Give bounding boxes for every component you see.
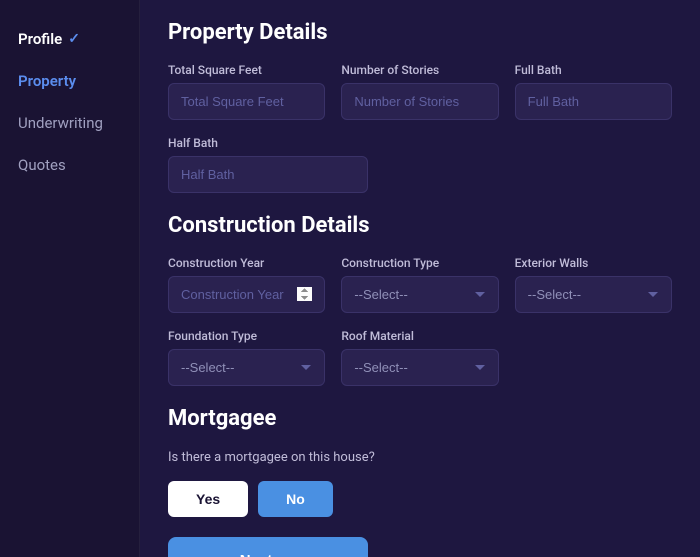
sidebar-item-property[interactable]: Property <box>10 62 129 100</box>
roof-material-select[interactable]: --Select-- <box>341 349 498 386</box>
construction-year-label: Construction Year <box>168 256 325 270</box>
foundation-type-group: Foundation Type --Select-- <box>168 329 325 386</box>
mortgagee-divider: Mortgagee <box>168 406 672 431</box>
property-row-1: Total Square Feet Number of Stories Full… <box>168 63 672 120</box>
full-bath-label: Full Bath <box>515 63 672 77</box>
main-content: Property Details Total Square Feet Numbe… <box>140 0 700 557</box>
half-bath-label: Half Bath <box>168 136 368 150</box>
construction-row-2: Foundation Type --Select-- Roof Material… <box>168 329 672 386</box>
roof-material-label: Roof Material <box>341 329 498 343</box>
roof-material-group: Roof Material --Select-- <box>341 329 498 386</box>
underwriting-label: Underwriting <box>18 114 103 132</box>
exterior-walls-group: Exterior Walls --Select-- <box>515 256 672 313</box>
mortgagee-question: Is there a mortgagee on this house? <box>168 449 672 467</box>
construction-divider: Construction Details <box>168 213 672 238</box>
check-icon: ✓ <box>68 31 80 47</box>
property-details-title: Property Details <box>168 20 672 45</box>
property-row-2: Half Bath <box>168 136 672 193</box>
empty-group <box>515 329 672 386</box>
exterior-walls-label: Exterior Walls <box>515 256 672 270</box>
construction-type-group: Construction Type --Select-- <box>341 256 498 313</box>
mortgagee-yes-button[interactable]: Yes <box>168 481 248 517</box>
total-square-feet-label: Total Square Feet <box>168 63 325 77</box>
mortgagee-title: Mortgagee <box>168 406 672 431</box>
construction-year-wrapper <box>168 276 325 313</box>
full-bath-input[interactable] <box>515 83 672 120</box>
number-of-stories-group: Number of Stories <box>341 63 498 120</box>
number-of-stories-input[interactable] <box>341 83 498 120</box>
construction-row-1: Construction Year Construction Type --Se… <box>168 256 672 313</box>
arrow-icon: → <box>280 551 296 557</box>
sidebar-item-underwriting[interactable]: Underwriting <box>10 104 129 142</box>
construction-year-group: Construction Year <box>168 256 325 313</box>
total-square-feet-input[interactable] <box>168 83 325 120</box>
foundation-type-label: Foundation Type <box>168 329 325 343</box>
construction-details-title: Construction Details <box>168 213 672 238</box>
total-square-feet-group: Total Square Feet <box>168 63 325 120</box>
number-of-stories-label: Number of Stories <box>341 63 498 77</box>
sidebar: Profile ✓ Property Underwriting Quotes <box>0 0 140 557</box>
foundation-type-select[interactable]: --Select-- <box>168 349 325 386</box>
construction-type-select[interactable]: --Select-- <box>341 276 498 313</box>
profile-label: Profile <box>18 30 62 48</box>
mortgagee-toggle-group: Yes No <box>168 481 672 517</box>
next-label: Next <box>240 552 273 557</box>
construction-type-label: Construction Type <box>341 256 498 270</box>
half-bath-input[interactable] <box>168 156 368 193</box>
exterior-walls-select[interactable]: --Select-- <box>515 276 672 313</box>
sidebar-item-profile[interactable]: Profile ✓ <box>10 20 129 58</box>
property-label: Property <box>18 72 76 90</box>
quotes-label: Quotes <box>18 156 66 174</box>
construction-year-input[interactable] <box>168 276 325 313</box>
next-button[interactable]: Next → <box>168 537 368 557</box>
full-bath-group: Full Bath <box>515 63 672 120</box>
mortgagee-no-button[interactable]: No <box>258 481 333 517</box>
sidebar-item-quotes[interactable]: Quotes <box>10 146 129 184</box>
half-bath-group: Half Bath <box>168 136 368 193</box>
